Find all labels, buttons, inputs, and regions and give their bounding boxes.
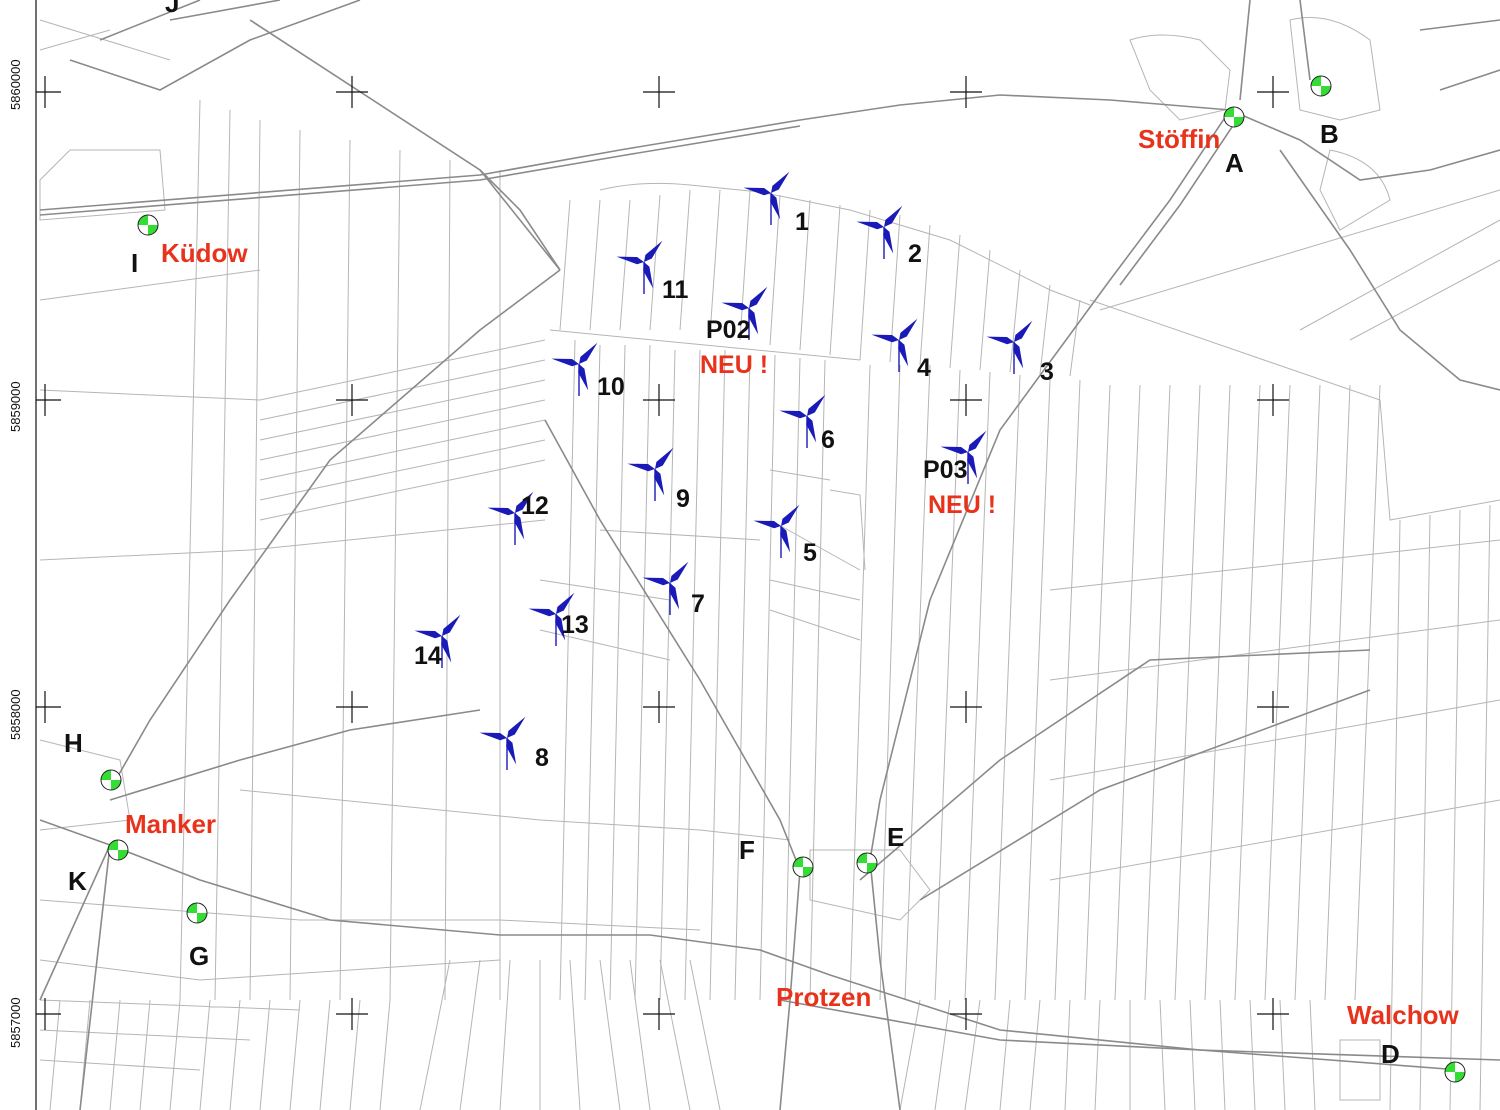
grid-cross [336,76,368,108]
grid-cross [643,76,675,108]
town-label-kuedow: Küdow [161,238,248,268]
turbine-label-1: 1 [795,208,809,236]
point-label-b: B [1320,119,1339,149]
reference-marker-e [856,852,878,874]
parcel-lines [39,17,1500,1110]
turbine-label-2: 2 [908,240,922,268]
reference-marker-f [792,856,814,878]
grid-cross [336,691,368,723]
town-label-protzen: Protzen [776,982,872,1012]
reference-marker-k [107,839,129,861]
town-label-stoeffin: Stöffin [1138,124,1221,154]
grid-cross [643,384,675,416]
point-label-e: E [887,822,905,852]
wind-turbine-icon-4 [871,318,918,372]
grid-cross [950,76,982,108]
wind-turbine-icon-8 [479,716,526,770]
turbine-label-4: 4 [917,354,931,382]
turbine-label-3: 3 [1040,358,1054,386]
turbine-label-p03: P03 [923,456,968,484]
point-label-h: H [64,728,83,758]
grid-cross [36,76,61,108]
turbine-label-6: 6 [821,426,835,454]
point-label-i: I [131,248,139,278]
grid-cross [1257,76,1289,108]
wind-turbine-icon-10 [551,342,598,396]
grid-cross [643,998,675,1030]
turbine-label-5: 5 [803,539,817,567]
grid-cross [36,384,61,416]
wind-turbine-icon-1 [743,171,790,225]
y-axis-label-5858000: 5858000 [8,689,23,740]
turbine-label-10: 10 [597,373,625,401]
turbine-label-p02: P02 [706,316,751,344]
grid-cross [36,691,61,723]
reference-markers [100,75,1466,1083]
point-label-j: J [165,0,180,18]
grid-cross [336,384,368,416]
grid-cross [643,691,675,723]
turbine-label-12: 12 [521,492,549,520]
point-label-d: D [1381,1039,1400,1069]
point-label-f: F [739,835,755,865]
reference-marker-g [186,902,208,924]
turbine-note-p03: NEU ! [928,491,997,519]
turbine-note-p02: NEU ! [700,351,769,379]
site-map: 5860000 5859000 5858000 5857000 1 2 3 4 … [0,0,1500,1110]
point-label-a: A [1225,148,1244,178]
reference-marker-i [137,214,159,236]
map-canvas [35,0,1500,1110]
grid-cross [1257,998,1289,1030]
reference-marker-a [1223,106,1245,128]
y-axis-label-5860000: 5860000 [8,59,23,110]
grid-cross [336,998,368,1030]
turbine-label-13: 13 [561,611,589,639]
turbine-label-14: 14 [414,642,442,670]
town-label-walchow: Walchow [1347,1000,1459,1030]
turbine-label-11: 11 [662,276,689,304]
reference-marker-b [1310,75,1332,97]
town-label-manker: Manker [125,809,217,839]
turbine-label-7: 7 [691,590,705,618]
grid-cross [950,998,982,1030]
point-label-g: G [189,941,210,971]
turbine-label-8: 8 [535,744,549,772]
turbine-label-9: 9 [676,485,690,513]
grid-cross [950,384,982,416]
point-label-k: K [68,866,87,896]
y-axis-label-5859000: 5859000 [8,381,23,432]
wind-turbine-icon-9 [627,447,674,501]
y-axis-label-5857000: 5857000 [8,997,23,1048]
reference-marker-d [1444,1061,1466,1083]
wind-turbine-icon-7 [642,561,689,615]
reference-marker-h [100,769,122,791]
grid-cross [1257,691,1289,723]
grid-cross [1257,384,1289,416]
